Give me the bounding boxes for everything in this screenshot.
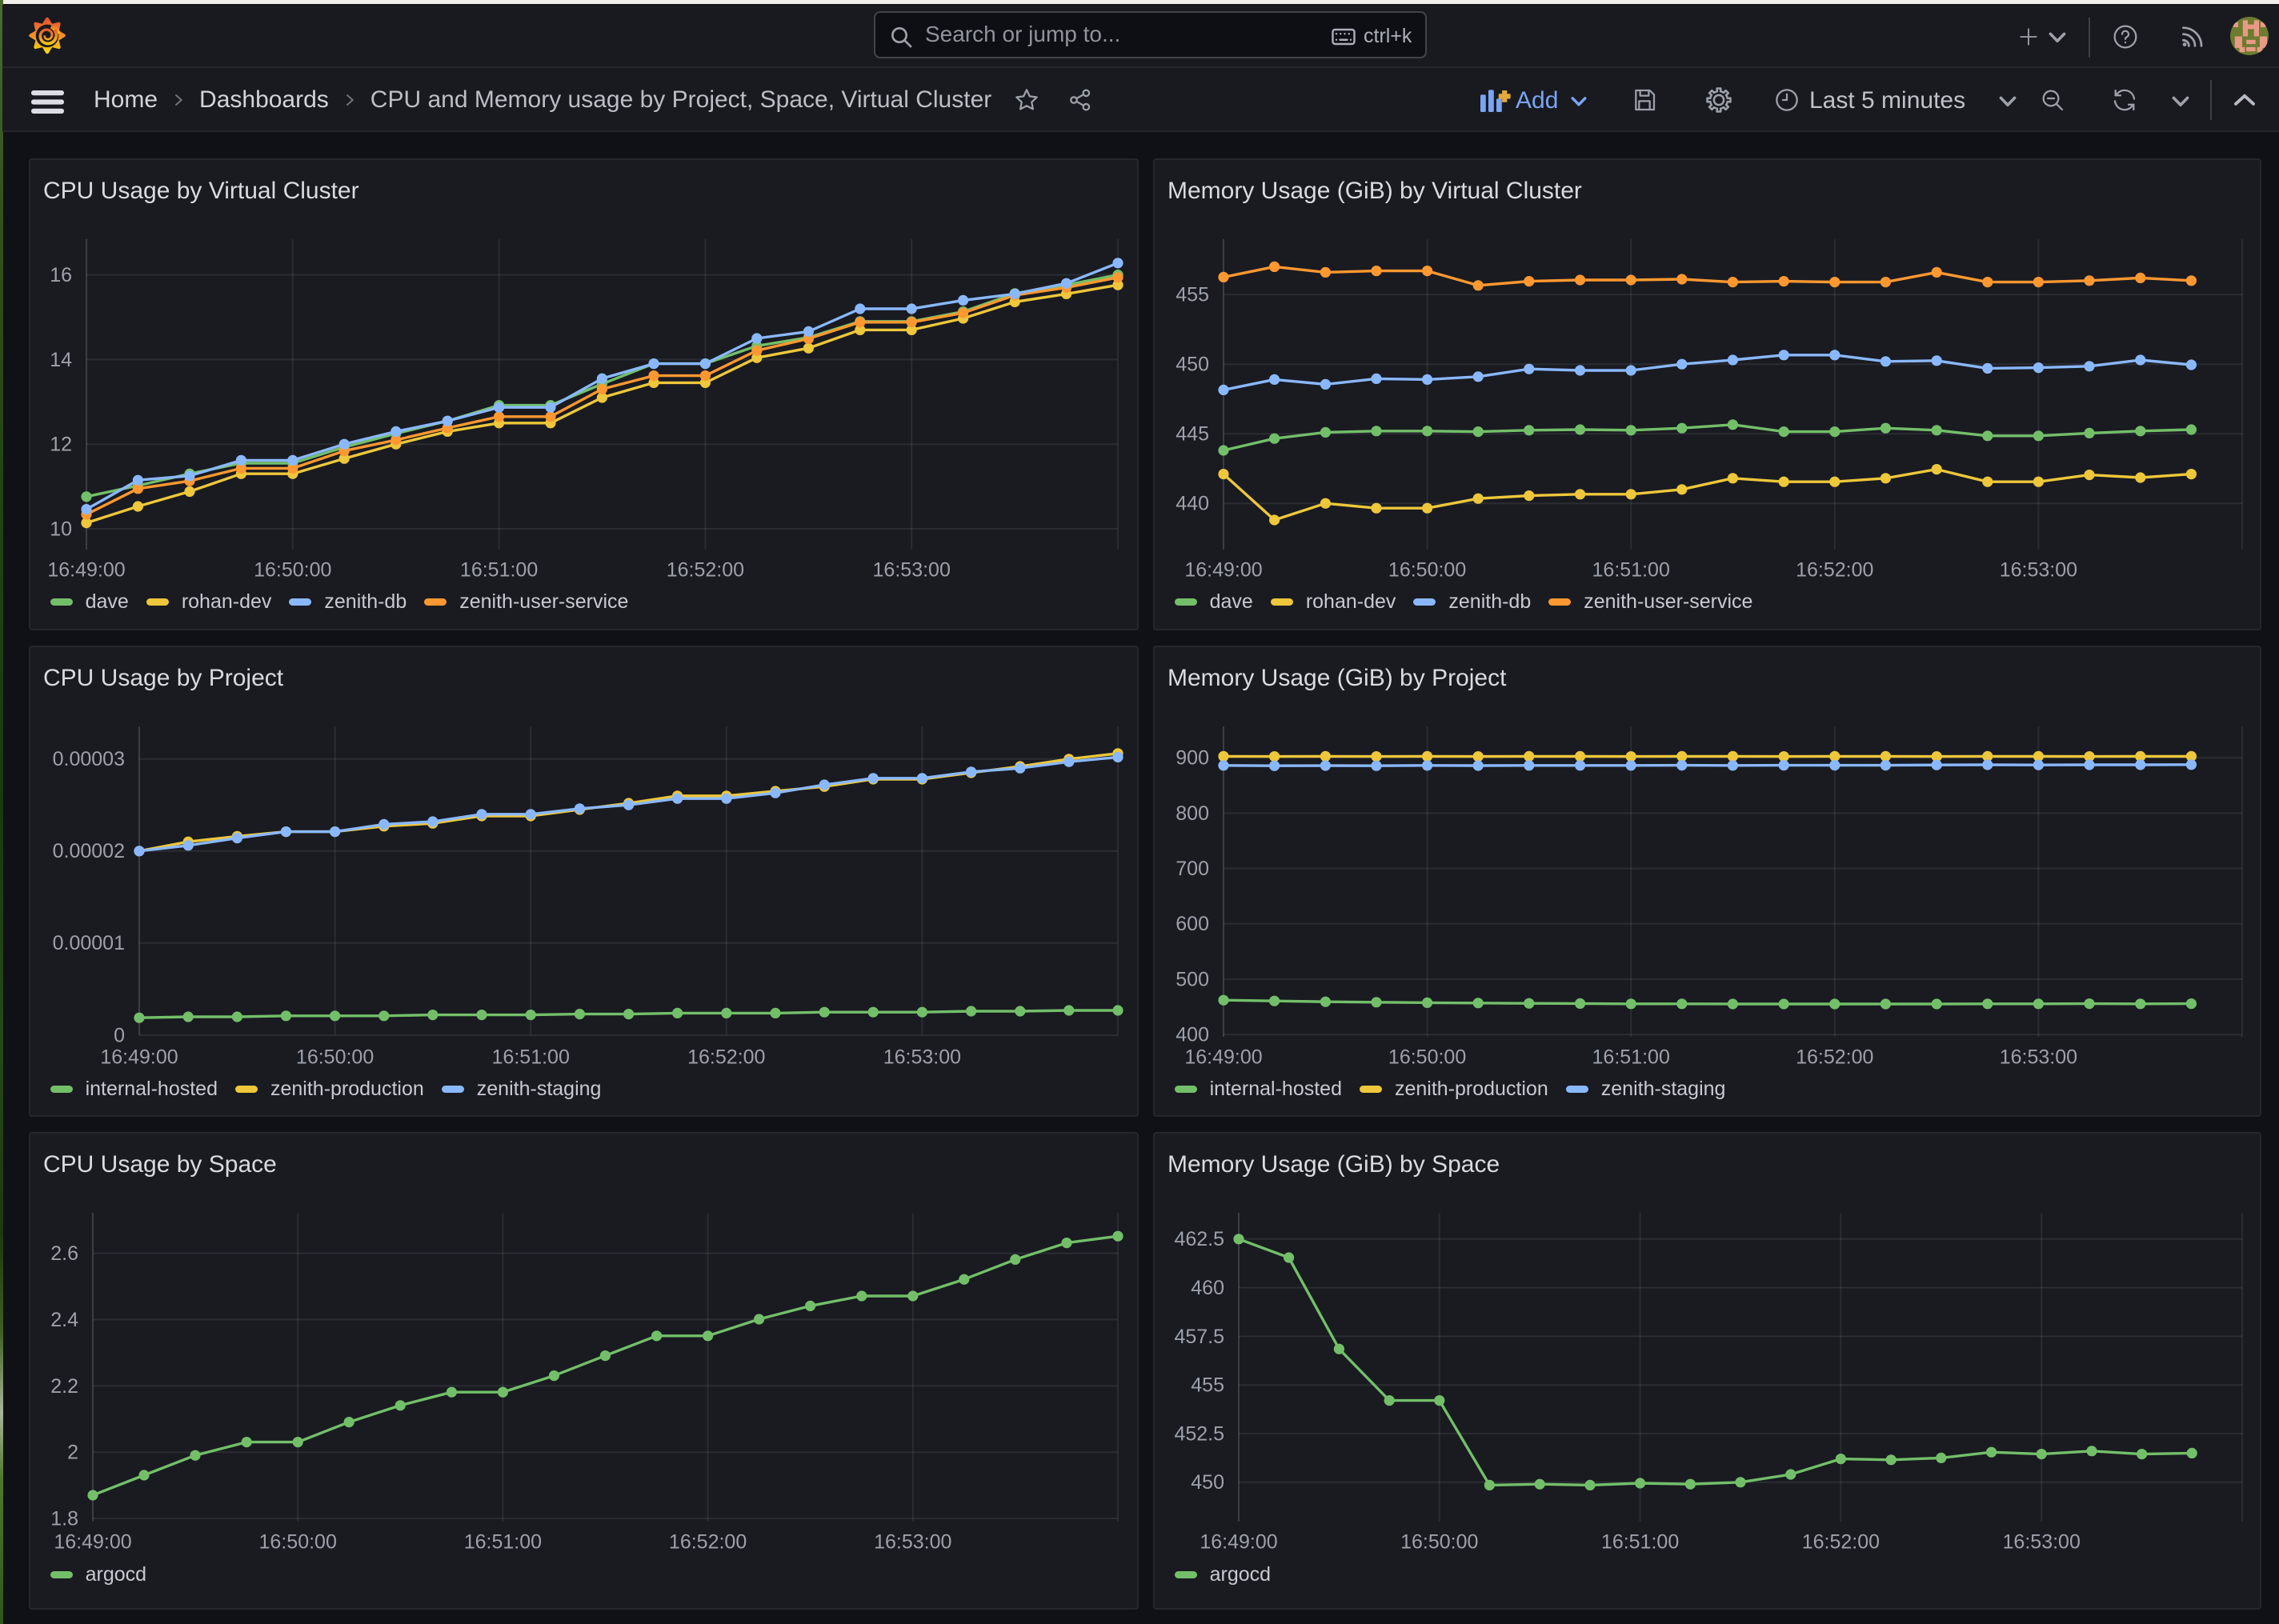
svg-text:16:49:00: 16:49:00 <box>1184 558 1262 581</box>
svg-text:16:49:00: 16:49:00 <box>100 1046 178 1068</box>
svg-text:16:53:00: 16:53:00 <box>873 558 951 581</box>
svg-text:16:50:00: 16:50:00 <box>1388 1046 1466 1068</box>
svg-text:0: 0 <box>114 1024 125 1046</box>
svg-text:16:51:00: 16:51:00 <box>1592 1046 1670 1068</box>
svg-text:0.00001: 0.00001 <box>53 932 125 954</box>
svg-text:16: 16 <box>50 264 72 286</box>
svg-text:2: 2 <box>67 1442 78 1464</box>
svg-text:452.5: 452.5 <box>1174 1422 1224 1445</box>
svg-text:16:52:00: 16:52:00 <box>687 1046 765 1068</box>
svg-text:700: 700 <box>1176 858 1209 880</box>
svg-text:16:51:00: 16:51:00 <box>460 558 538 581</box>
svg-text:16:52:00: 16:52:00 <box>1796 558 1873 581</box>
svg-text:800: 800 <box>1176 802 1209 825</box>
svg-text:12: 12 <box>50 434 72 456</box>
svg-text:16:49:00: 16:49:00 <box>1200 1530 1277 1553</box>
svg-text:2.2: 2.2 <box>50 1375 78 1398</box>
svg-text:16:51:00: 16:51:00 <box>1592 558 1670 581</box>
svg-text:455: 455 <box>1176 284 1209 306</box>
svg-text:500: 500 <box>1176 968 1209 990</box>
svg-text:400: 400 <box>1176 1024 1209 1046</box>
svg-text:16:51:00: 16:51:00 <box>492 1046 570 1068</box>
svg-text:16:53:00: 16:53:00 <box>883 1046 961 1068</box>
svg-text:16:53:00: 16:53:00 <box>2000 1046 2077 1068</box>
svg-text:450: 450 <box>1191 1471 1224 1494</box>
svg-text:0.00003: 0.00003 <box>53 748 125 770</box>
svg-text:600: 600 <box>1176 913 1209 935</box>
svg-text:16:53:00: 16:53:00 <box>2000 558 2077 581</box>
svg-text:16:49:00: 16:49:00 <box>1184 1046 1262 1068</box>
svg-text:16:52:00: 16:52:00 <box>1802 1530 1880 1553</box>
svg-text:445: 445 <box>1176 423 1209 446</box>
svg-text:16:50:00: 16:50:00 <box>1388 558 1466 581</box>
svg-text:16:52:00: 16:52:00 <box>667 558 744 581</box>
svg-text:16:50:00: 16:50:00 <box>296 1046 374 1068</box>
svg-text:16:49:00: 16:49:00 <box>54 1530 131 1553</box>
svg-text:14: 14 <box>50 349 72 371</box>
svg-text:16:53:00: 16:53:00 <box>874 1530 951 1553</box>
svg-text:10: 10 <box>50 518 72 540</box>
svg-text:2.4: 2.4 <box>50 1309 78 1331</box>
svg-text:16:50:00: 16:50:00 <box>254 558 331 581</box>
svg-text:16:51:00: 16:51:00 <box>1601 1530 1679 1553</box>
svg-text:2.6: 2.6 <box>50 1242 78 1265</box>
svg-text:450: 450 <box>1176 354 1209 376</box>
svg-text:460: 460 <box>1191 1277 1224 1299</box>
svg-text:462.5: 462.5 <box>1174 1228 1224 1250</box>
svg-text:0.00002: 0.00002 <box>53 840 125 862</box>
svg-text:16:52:00: 16:52:00 <box>669 1530 747 1553</box>
svg-text:16:49:00: 16:49:00 <box>47 558 125 581</box>
svg-text:1.8: 1.8 <box>50 1507 78 1530</box>
svg-text:16:50:00: 16:50:00 <box>259 1530 337 1553</box>
svg-text:16:52:00: 16:52:00 <box>1796 1046 1873 1068</box>
svg-text:440: 440 <box>1176 493 1209 515</box>
svg-text:16:51:00: 16:51:00 <box>464 1530 542 1553</box>
svg-text:900: 900 <box>1176 747 1209 770</box>
svg-text:16:50:00: 16:50:00 <box>1400 1530 1478 1553</box>
svg-text:455: 455 <box>1191 1374 1224 1397</box>
svg-text:16:53:00: 16:53:00 <box>2003 1530 2081 1553</box>
svg-text:457.5: 457.5 <box>1174 1326 1224 1348</box>
